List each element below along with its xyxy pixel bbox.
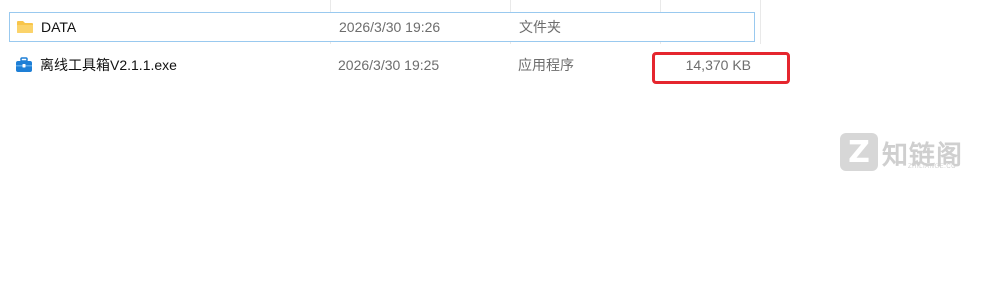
file-size <box>656 13 752 41</box>
file-date: 2026/3/30 19:25 <box>338 57 440 73</box>
column-separator-end[interactable] <box>760 0 761 44</box>
file-name: 离线工具箱V2.1.1.exe <box>40 57 177 73</box>
file-name: DATA <box>41 19 77 35</box>
file-name-cell: 离线工具箱V2.1.1.exe <box>15 50 177 80</box>
folder-icon <box>16 19 34 35</box>
watermark-subtext: ZHILIANGE.CC <box>908 164 957 170</box>
size-highlight-box <box>652 52 790 84</box>
toolbox-exe-icon <box>15 57 33 73</box>
file-name-cell: DATA <box>16 13 76 41</box>
watermark-logo: Z 知链阁 ZHILIANGE.CC <box>840 133 980 173</box>
file-type: 应用程序 <box>518 57 574 73</box>
file-row-toolbox-exe[interactable]: 离线工具箱V2.1.1.exe 2026/3/30 19:25 应用程序 14,… <box>9 50 755 80</box>
file-type: 文件夹 <box>519 19 561 35</box>
watermark-logo-icon: Z <box>840 133 878 171</box>
file-row-data-folder[interactable]: DATA 2026/3/30 19:26 文件夹 <box>9 12 755 42</box>
file-date: 2026/3/30 19:26 <box>339 19 441 35</box>
